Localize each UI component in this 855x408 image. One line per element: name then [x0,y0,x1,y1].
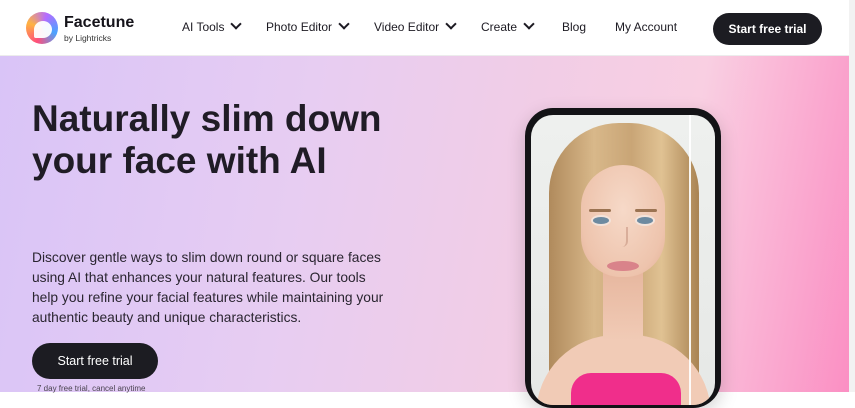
chevron-down-icon [523,18,535,30]
portrait-lips [607,261,639,271]
nav-video-editor[interactable]: Video Editor [374,18,457,34]
portrait-top [571,373,681,405]
start-free-trial-button-header[interactable]: Start free trial [713,13,822,45]
nav-create[interactable]: Create [481,18,535,34]
brand-subtitle: by Lightricks [64,33,112,43]
chevron-down-icon [338,18,350,30]
portrait-neck [603,271,643,341]
nav-photo-editor[interactable]: Photo Editor [266,18,350,34]
nav-my-account[interactable]: My Account [615,20,677,34]
nav-video-editor-label: Video Editor [374,20,440,34]
nav-my-account-label: My Account [615,20,678,34]
before-after-image [531,115,715,405]
nav-blog[interactable]: Blog [562,20,586,34]
page-scrollbar[interactable] [849,0,855,392]
nav-blog-label: Blog [562,20,587,34]
nav-ai-tools-label: AI Tools [182,20,225,34]
brand-name[interactable]: Facetune [64,14,134,32]
nav-create-label: Create [481,20,518,34]
hero-title: Naturally slim down your face with AI [32,98,382,181]
portrait-eye-right [637,217,653,224]
site-header: Facetune by Lightricks AI Tools Photo Ed… [0,0,855,56]
chevron-down-icon [445,18,457,30]
nav-photo-editor-label: Photo Editor [266,20,333,34]
facetune-logo-icon[interactable] [26,12,58,44]
portrait-nose [620,227,628,247]
before-after-slider-handle[interactable] [689,115,691,405]
portrait-eye-left [593,217,609,224]
portrait-brow-left [589,209,611,212]
portrait-brow-right [635,209,657,212]
hero-description: Discover gentle ways to slim down round … [32,250,384,325]
chevron-down-icon [230,18,243,30]
start-free-trial-button-hero[interactable]: Start free trial [32,343,158,379]
nav-ai-tools[interactable]: AI Tools [182,18,243,34]
